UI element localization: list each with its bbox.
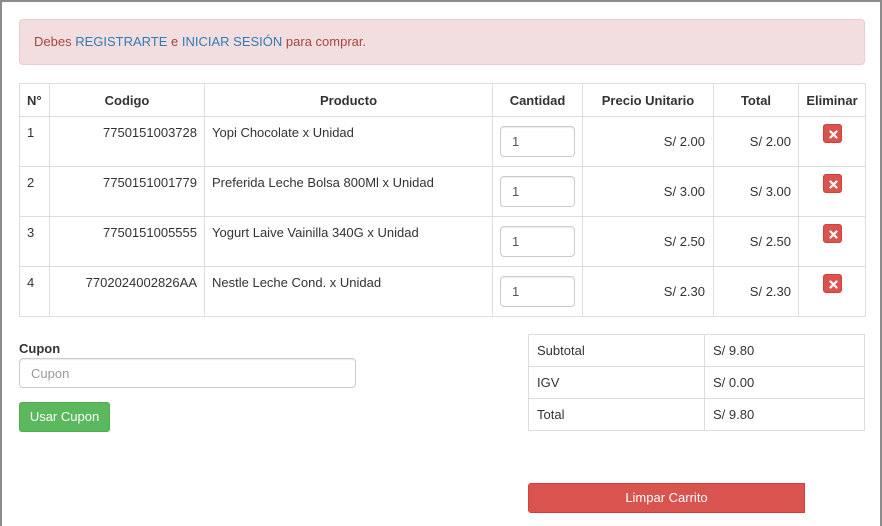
subtotal-label: Subtotal [528,334,705,367]
delete-cell [798,166,866,217]
total-label: Total [528,398,705,431]
login-link[interactable]: INICIAR SESIÓN [182,34,282,49]
line-total: S/ 2.50 [713,216,799,267]
quantity-cell [492,116,583,167]
delete-item-button[interactable] [822,174,842,193]
login-alert: Debes REGISTRARTE e INICIAR SESIÓN para … [19,19,865,65]
product-name: Nestle Leche Cond. x Unidad [204,266,493,317]
cart-table: N° Codigo Producto Cantidad Precio Unita… [19,83,866,317]
delete-item-button[interactable] [822,224,842,243]
delete-cell [798,266,866,317]
alert-middle: e [167,34,182,49]
table-row: 3 7750151005555 Yogurt Laive Vainilla 340G… [19,216,866,267]
unit-price: S/ 2.50 [582,216,714,267]
coupon-input[interactable] [19,358,356,388]
register-link[interactable]: REGISTRARTE [75,34,167,49]
alert-prefix: Debes [34,34,76,49]
total-row: Total S/ 9.80 [528,398,865,431]
quantity-cell [492,266,583,317]
remove-icon [828,280,838,289]
product-code: 7750151001779 [49,166,205,217]
header-code: Codigo [49,83,205,117]
header-num: N° [19,83,50,117]
product-name: Yopi Chocolate x Unidad [204,116,493,167]
quantity-input[interactable] [500,226,575,257]
row-number: 3 [19,216,50,267]
unit-price: S/ 3.00 [582,166,714,217]
product-name: Preferida Leche Bolsa 800Ml x Unidad [204,166,493,217]
remove-icon [828,230,838,239]
igv-value: S/ 0.00 [704,366,865,399]
table-row: 4 7702024002826AA Nestle Leche Cond. x Uni… [19,266,866,317]
quantity-input[interactable] [500,276,575,307]
remove-icon [828,130,838,139]
clear-cart-button[interactable]: Limpar Carrito [528,483,805,513]
delete-cell [798,116,866,167]
delete-cell [798,216,866,267]
product-code: 7750151003728 [49,116,205,167]
unit-price: S/ 2.00 [582,116,714,167]
coupon-label: Cupon [19,341,61,356]
product-name: Yogurt Laive Vainilla 340G x Unidad [204,216,493,267]
header-delete: Eliminar [798,83,866,117]
delete-item-button[interactable] [822,124,842,143]
product-code: 7702024002826AA [49,266,205,317]
unit-price: S/ 2.30 [582,266,714,317]
igv-label: IGV [528,366,705,399]
product-code: 7750151005555 [49,216,205,267]
cart-header-row: N° Codigo Producto Cantidad Precio Unita… [19,83,866,117]
totals-table: Subtotal S/ 9.80 IGV S/ 0.00 Total S/ 9.… [528,334,865,431]
table-row: 2 7750151001779 Preferida Leche Bolsa 800M… [19,166,866,217]
quantity-input[interactable] [500,176,575,207]
row-number: 1 [19,116,50,167]
table-row: 17750151003728Yopi Chocolate x Unidad S/ … [19,116,866,167]
line-total: S/ 2.30 [713,266,799,317]
quantity-input[interactable] [500,126,575,157]
line-total: S/ 3.00 [713,166,799,217]
use-coupon-button[interactable]: Usar Cupon [19,402,110,432]
header-quantity: Cantidad [492,83,583,117]
header-unit-price: Precio Unitario [582,83,714,117]
row-number: 4 [19,266,50,317]
row-number: 2 [19,166,50,217]
subtotal-row: Subtotal S/ 9.80 [528,334,865,367]
header-total: Total [713,83,799,117]
subtotal-value: S/ 9.80 [704,334,865,367]
delete-item-button[interactable] [822,274,842,293]
header-product: Producto [204,83,493,117]
remove-icon [828,180,838,189]
igv-row: IGV S/ 0.00 [528,366,865,399]
total-value: S/ 9.80 [704,398,865,431]
quantity-cell [492,166,583,217]
line-total: S/ 2.00 [713,116,799,167]
quantity-cell [492,216,583,267]
alert-suffix: para comprar. [282,34,367,49]
